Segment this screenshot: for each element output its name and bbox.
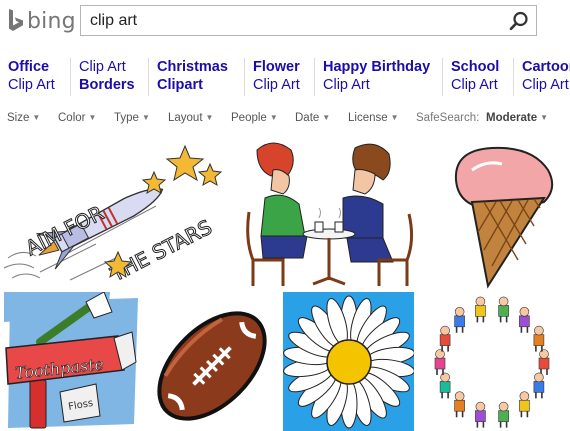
filter-license[interactable]: License ▼ bbox=[348, 112, 399, 124]
safesearch-label: SafeSearch: bbox=[416, 112, 480, 124]
related-label-bold: Flower bbox=[253, 59, 300, 75]
bing-logo[interactable]: bing bbox=[8, 8, 76, 34]
safesearch-dropdown[interactable]: Moderate ▼ bbox=[486, 112, 548, 124]
toothpaste-image: Toothpaste Floss bbox=[4, 292, 138, 429]
result-toothpaste[interactable]: Toothpaste Floss bbox=[0, 292, 144, 431]
filter-date[interactable]: Date ▼ bbox=[295, 112, 330, 124]
search-box bbox=[80, 5, 537, 36]
the-stars-text: THE STARS bbox=[106, 215, 216, 287]
caret-down-icon: ▼ bbox=[88, 113, 97, 122]
related-label: Clip Art bbox=[8, 77, 55, 93]
related-clip-art-borders[interactable]: Clip Art Borders bbox=[70, 58, 135, 96]
caret-down-icon: ▼ bbox=[540, 113, 549, 122]
search-input[interactable] bbox=[81, 6, 501, 35]
filter-label: Date bbox=[295, 112, 320, 124]
related-label-bold: Borders bbox=[79, 77, 135, 93]
search-button[interactable] bbox=[502, 6, 536, 35]
filter-people[interactable]: People ▼ bbox=[231, 112, 278, 124]
related-label: Clip Art bbox=[522, 77, 569, 93]
related-christmas-clipart[interactable]: Christmas Clipart bbox=[148, 58, 228, 96]
filter-type[interactable]: Type ▼ bbox=[114, 112, 150, 124]
related-school-clip-art[interactable]: School Clip Art bbox=[442, 58, 499, 96]
safesearch-value: Moderate bbox=[486, 112, 538, 124]
caret-down-icon: ▼ bbox=[390, 113, 399, 122]
filter-color[interactable]: Color ▼ bbox=[58, 112, 96, 124]
filter-label: Color bbox=[58, 112, 86, 124]
filter-label: Layout bbox=[168, 112, 203, 124]
result-women-coffee[interactable] bbox=[243, 140, 418, 288]
daisy-image bbox=[283, 292, 414, 431]
magnifier-icon bbox=[509, 11, 528, 30]
caret-down-icon: ▼ bbox=[32, 113, 41, 122]
filter-label: Type bbox=[114, 112, 139, 124]
caret-down-icon: ▼ bbox=[269, 113, 278, 122]
related-flower-clip-art[interactable]: Flower Clip Art bbox=[244, 58, 300, 96]
logo-text: bing bbox=[27, 8, 76, 34]
related-label: Clip Art bbox=[451, 77, 498, 93]
women-coffee-image bbox=[243, 140, 418, 288]
children-circle-image bbox=[434, 296, 550, 428]
related-office-clip-art[interactable]: Office Clip Art bbox=[0, 58, 55, 96]
related-happy-birthday-clip-art[interactable]: Happy Birthday Clip Art bbox=[314, 58, 430, 96]
filter-bar: Size ▼ Color ▼ Type ▼ Layout ▼ People ▼ Date ▼… bbox=[0, 112, 570, 130]
filter-size[interactable]: Size ▼ bbox=[7, 112, 40, 124]
related-label-bold: Christmas bbox=[157, 59, 228, 75]
filter-label: License bbox=[348, 112, 388, 124]
related-label: Clip Art bbox=[79, 59, 126, 75]
caret-down-icon: ▼ bbox=[141, 113, 150, 122]
caret-down-icon: ▼ bbox=[205, 113, 214, 122]
result-aim-for-the-stars[interactable]: AIM FOR THE STARS bbox=[0, 140, 243, 290]
result-football[interactable] bbox=[150, 296, 276, 431]
rocket-stars-image: AIM FOR THE STARS bbox=[3, 144, 223, 287]
children-ring bbox=[434, 296, 550, 428]
bing-b-icon bbox=[9, 9, 23, 31]
result-ice-cream[interactable] bbox=[436, 140, 570, 290]
header: bing bbox=[0, 0, 570, 44]
related-label: Clip Art bbox=[253, 77, 300, 93]
filter-label: Size bbox=[7, 112, 30, 124]
related-label-bold: Office bbox=[8, 59, 50, 75]
related-label-bold: Clipart bbox=[157, 77, 203, 93]
filter-label: People bbox=[231, 112, 267, 124]
related-searches: Office Clip Art Clip Art Borders Christm… bbox=[0, 58, 570, 98]
filter-layout[interactable]: Layout ▼ bbox=[168, 112, 213, 124]
ice-cream-image bbox=[454, 146, 554, 289]
related-label-bold: Happy Birthday bbox=[323, 59, 431, 75]
related-label: Clip Art bbox=[323, 77, 370, 93]
related-cartoon-clip-art[interactable]: Cartoon Clip Art bbox=[513, 58, 570, 96]
football-image bbox=[157, 311, 267, 421]
result-children-circle[interactable] bbox=[418, 292, 570, 431]
related-label-bold: Cartoon bbox=[522, 59, 570, 75]
caret-down-icon: ▼ bbox=[322, 113, 331, 122]
related-label-bold: School bbox=[451, 59, 500, 75]
result-daisy[interactable] bbox=[283, 292, 414, 431]
